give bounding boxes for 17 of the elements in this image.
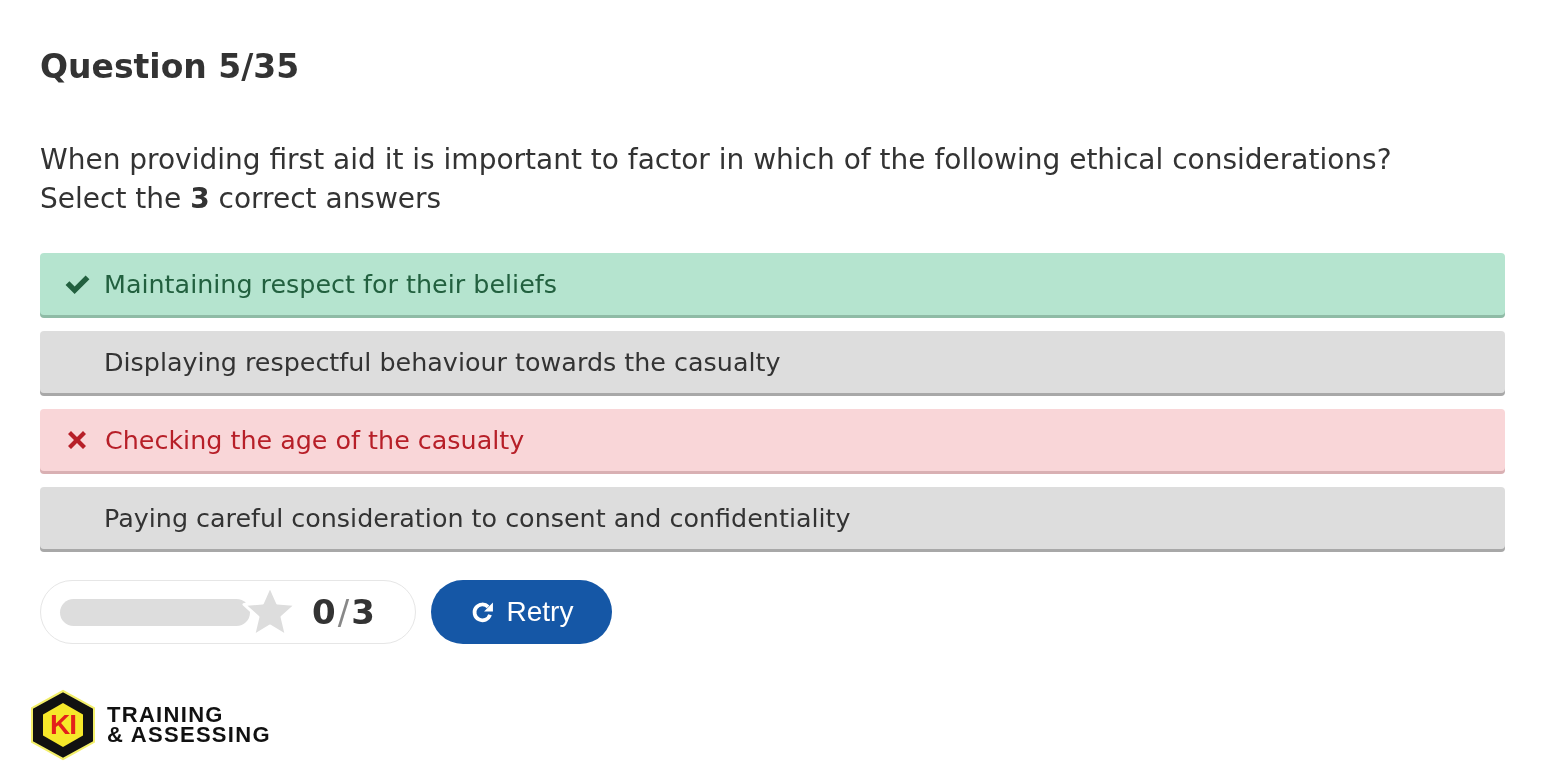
cross-icon [67,430,87,450]
answer-text: Paying careful consideration to consent and confidentiality [104,502,851,535]
company-name: TRAINING & ASSESSING [107,705,271,745]
answer-option[interactable]: Displaying respectful behaviour towards the casualty [40,331,1505,393]
answer-option[interactable]: Checking the age of the casualty [40,409,1505,471]
retry-button[interactable]: Retry [431,580,612,644]
question-text: When providing first aid it is important to factor in which of the following ethical considerations? [40,142,1393,178]
answer-option[interactable]: Paying careful consideration to consent and confidentiality [40,487,1505,549]
answer-text: Checking the age of the casualty [105,424,525,457]
score-text: 0/3 [312,592,375,632]
question-title: Question 5/35 [40,46,301,88]
answer-text: Displaying respectful behaviour towards the casualty [104,346,781,379]
answer-text: Maintaining respect for their beliefs [104,268,557,301]
answer-instruction: Select the 3 correct answers [40,181,443,217]
check-icon [64,273,91,295]
logo-badge: KI [30,689,96,761]
answer-option[interactable]: Maintaining respect for their beliefs [40,253,1505,315]
